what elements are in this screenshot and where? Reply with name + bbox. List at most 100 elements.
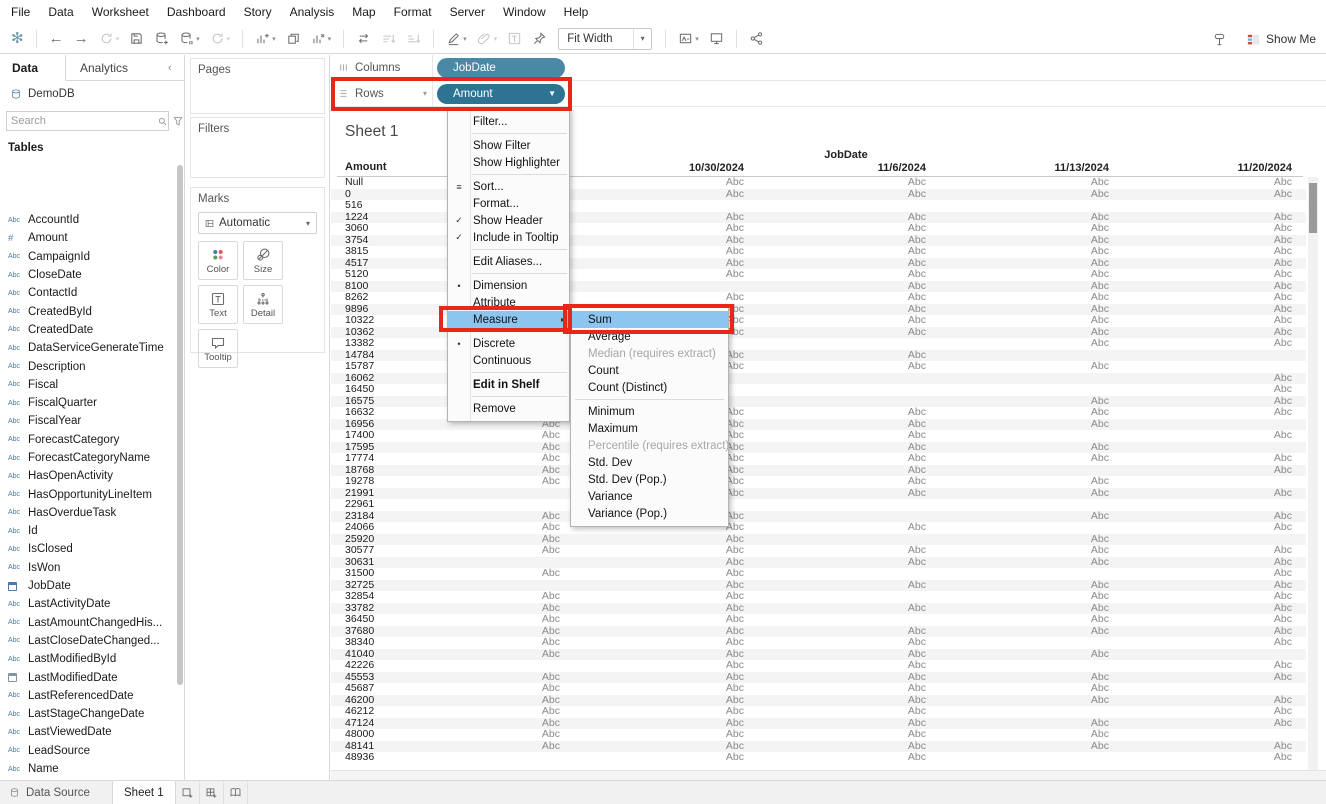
undo-button[interactable]: ← [44, 27, 69, 51]
menu-item-percentile-requires-extract[interactable]: Percentile (requires extract) [571, 437, 728, 454]
field-leadsource[interactable]: AbcLeadSource [0, 742, 175, 760]
column-header-10-30-2024[interactable]: 10/30/2024 [654, 162, 744, 174]
run-update-button[interactable]: ▾ [205, 27, 236, 51]
field-hasopportunitylineitem[interactable]: AbcHasOpportunityLineItem [0, 485, 175, 503]
show-me-button[interactable]: Show Me [1246, 32, 1316, 47]
fit-selector[interactable]: Fit Width▾ [558, 28, 652, 50]
menu-item-sum[interactable]: Sum [571, 311, 728, 328]
menu-item-count[interactable]: Count [571, 362, 728, 379]
swap-axes-button[interactable] [351, 27, 376, 51]
filters-shelf[interactable]: Filters [190, 117, 325, 178]
field-lastvieweddate[interactable]: AbcLastViewedDate [0, 723, 175, 741]
tableau-logo-icon[interactable]: ✻ [6, 27, 29, 51]
field-contactid[interactable]: AbcContactId [0, 284, 175, 302]
menu-format[interactable]: Format [385, 5, 441, 19]
rows-shelf-caret-icon[interactable]: ▾ [423, 89, 427, 98]
field-id[interactable]: AbcId [0, 522, 175, 540]
field-isclosed[interactable]: AbcIsClosed [0, 540, 175, 558]
menu-item-sort[interactable]: ≡Sort... [448, 178, 569, 195]
field-forecastcategory[interactable]: AbcForecastCategory [0, 431, 175, 449]
field-laststagechangedate[interactable]: AbcLastStageChangeDate [0, 705, 175, 723]
field-lastmodifiedbyid[interactable]: AbcLastModifiedById [0, 650, 175, 668]
field-fiscalyear[interactable]: AbcFiscalYear [0, 412, 175, 430]
field-dataservicegeneratetime[interactable]: AbcDataServiceGenerateTime [0, 339, 175, 357]
field-lastactivitydate[interactable]: AbcLastActivityDate [0, 595, 175, 613]
menu-item-show-header[interactable]: ✓Show Header [448, 212, 569, 229]
menu-item-measure[interactable]: Measure▸ [448, 311, 569, 328]
menu-window[interactable]: Window [494, 5, 555, 19]
text-mark-button[interactable]: Text [198, 285, 238, 324]
menu-map[interactable]: Map [343, 5, 384, 19]
tab-sheet-1[interactable]: Sheet 1 [112, 781, 176, 804]
field-accountid[interactable]: AbcAccountId [0, 211, 175, 229]
field-jobdate[interactable]: JobDate [0, 577, 175, 595]
menu-server[interactable]: Server [441, 5, 494, 19]
sort-descending-button[interactable] [401, 27, 426, 51]
connection-row[interactable]: DemoDB [0, 81, 184, 107]
menu-item-maximum[interactable]: Maximum [571, 420, 728, 437]
field-amount[interactable]: #Amount [0, 229, 175, 247]
field-fiscalquarter[interactable]: AbcFiscalQuarter [0, 394, 175, 412]
share-button[interactable] [744, 27, 769, 51]
new-worksheet-tab-button[interactable] [176, 781, 200, 804]
field-lastreferenceddate[interactable]: AbcLastReferencedDate [0, 687, 175, 705]
replay-button[interactable]: ▾ [94, 27, 125, 51]
search-input[interactable] [7, 115, 157, 127]
sort-ascending-button[interactable] [376, 27, 401, 51]
new-datasource-button[interactable] [149, 27, 174, 51]
menu-item-continuous[interactable]: Continuous [448, 352, 569, 369]
pill-amount-caret-icon[interactable]: ▼ [548, 89, 556, 98]
menu-analysis[interactable]: Analysis [281, 5, 344, 19]
tab-data[interactable]: Data [0, 55, 66, 81]
pill-jobdate[interactable]: JobDate [437, 58, 565, 78]
field-name[interactable]: AbcName [0, 760, 175, 778]
presentation-mode-button[interactable] [704, 27, 729, 51]
rows-shelf[interactable]: Rows ▾ Amount ▼ [331, 81, 1326, 107]
detail-mark-button[interactable]: Detail [243, 285, 283, 324]
size-mark-button[interactable]: Size [243, 241, 283, 280]
save-button[interactable] [124, 27, 149, 51]
field-hasoverduetask[interactable]: AbcHasOverdueTask [0, 504, 175, 522]
pages-shelf[interactable]: Pages [190, 58, 325, 114]
field-hasopenactivity[interactable]: AbcHasOpenActivity [0, 467, 175, 485]
menu-worksheet[interactable]: Worksheet [83, 5, 158, 19]
field-campaignid[interactable]: AbcCampaignId [0, 248, 175, 266]
pause-updates-button[interactable]: ▾ [174, 27, 205, 51]
menu-item-filter[interactable]: Filter... [448, 113, 569, 130]
menu-story[interactable]: Story [235, 5, 281, 19]
text-label-button[interactable] [502, 27, 527, 51]
clear-sheet-button[interactable]: ▾ [306, 27, 337, 51]
column-header-11-13-2024[interactable]: 11/13/2024 [1019, 162, 1109, 174]
field-createdbyid[interactable]: AbcCreatedById [0, 302, 175, 320]
tooltip-mark-button[interactable]: Tooltip [198, 329, 238, 368]
pill-amount[interactable]: Amount ▼ [437, 84, 565, 104]
menu-item-variance[interactable]: Variance [571, 488, 728, 505]
menu-item-variance-pop[interactable]: Variance (Pop.) [571, 505, 728, 522]
menu-item-average[interactable]: Average [571, 328, 728, 345]
field-lastmodifieddate[interactable]: LastModifiedDate [0, 668, 175, 686]
menu-data[interactable]: Data [39, 5, 82, 19]
menu-file[interactable]: File [2, 5, 39, 19]
columns-shelf[interactable]: Columns JobDate [331, 55, 1326, 81]
mark-type-selector[interactable]: Automatic ▾ [198, 212, 317, 234]
menu-item-dimension[interactable]: •Dimension [448, 277, 569, 294]
menu-item-minimum[interactable]: Minimum [571, 403, 728, 420]
column-field-header[interactable]: JobDate [781, 149, 911, 161]
fit-caret-icon[interactable]: ▾ [633, 29, 651, 49]
new-story-tab-button[interactable] [224, 781, 248, 804]
field-description[interactable]: AbcDescription [0, 357, 175, 375]
field-lastamountchangedhis[interactable]: AbcLastAmountChangedHis... [0, 614, 175, 632]
vertical-scrollbar-thumb[interactable] [1309, 183, 1317, 233]
redo-button[interactable]: → [69, 27, 94, 51]
menu-dashboard[interactable]: Dashboard [158, 5, 235, 19]
menu-item-attribute[interactable]: Attribute [448, 294, 569, 311]
menu-item-median-requires-extract[interactable]: Median (requires extract) [571, 345, 728, 362]
horizontal-scrollbar-track[interactable] [331, 770, 1326, 780]
menu-item-edit-in-shelf[interactable]: Edit in Shelf [448, 376, 569, 393]
tab-analytics[interactable]: Analytics [66, 55, 168, 80]
group-button[interactable]: ▾ [472, 27, 503, 51]
menu-item-show-filter[interactable]: Show Filter [448, 137, 569, 154]
menu-item-count-distinct[interactable]: Count (Distinct) [571, 379, 728, 396]
fix-axes-button[interactable] [527, 27, 552, 51]
menu-help[interactable]: Help [555, 5, 598, 19]
